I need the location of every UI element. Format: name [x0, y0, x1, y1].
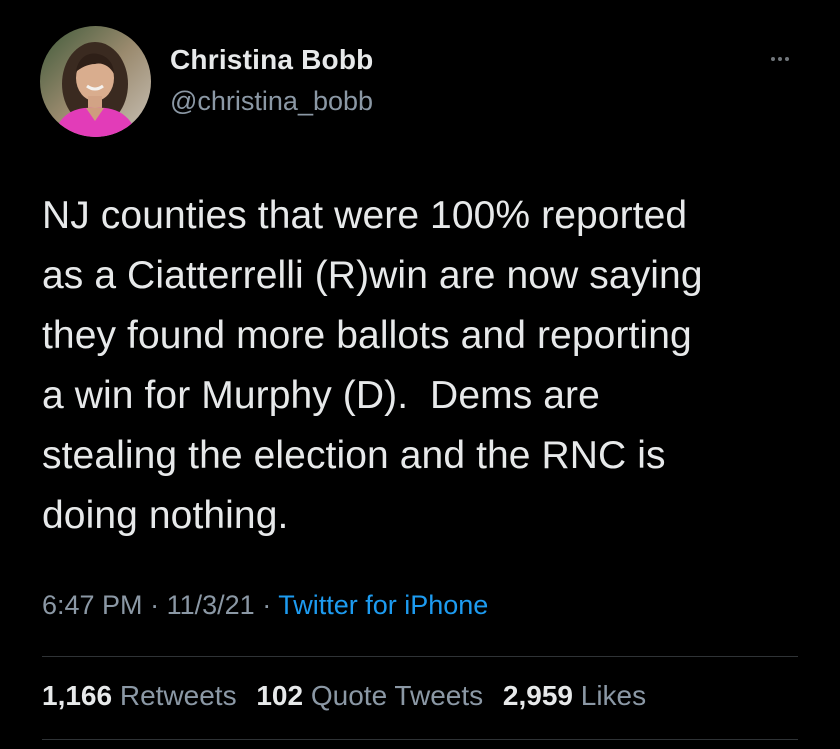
likes-label: Likes — [580, 680, 647, 711]
retweets-stat[interactable]: 1,166 Retweets — [42, 680, 237, 711]
tweet-time[interactable]: 6:47 PM — [42, 590, 143, 620]
tweet-stats: 1,166 Retweets 102 Quote Tweets 2,959 Li… — [42, 680, 658, 712]
tweet-date[interactable]: 11/3/21 — [167, 590, 255, 620]
likes-stat[interactable]: 2,959 Likes — [503, 680, 646, 711]
likes-count: 2,959 — [502, 680, 573, 711]
tweet-meta: 6:47 PM · 11/3/21 · Twitter for iPhone — [42, 590, 488, 621]
more-dot — [771, 57, 775, 61]
quote-tweets-stat[interactable]: 102 Quote Tweets — [256, 680, 483, 711]
author-name[interactable]: Christina Bobb — [170, 44, 373, 76]
divider — [42, 739, 798, 740]
divider — [42, 656, 798, 657]
author-handle[interactable]: @christina_bobb — [170, 86, 373, 117]
tweet-source-link[interactable]: Twitter for iPhone — [278, 590, 488, 620]
meta-separator: · — [150, 590, 160, 620]
quote-tweets-label: Quote Tweets — [310, 680, 484, 711]
avatar-image — [40, 26, 151, 137]
more-horizontal-icon[interactable] — [763, 48, 797, 70]
quote-tweets-count: 102 — [256, 680, 304, 711]
avatar[interactable] — [40, 26, 151, 137]
retweets-label: Retweets — [119, 680, 237, 711]
retweets-count: 1,166 — [42, 680, 113, 711]
tweet-text: NJ counties that were 100% reported as a… — [42, 194, 703, 537]
meta-separator: · — [262, 590, 272, 620]
more-dot — [778, 57, 782, 61]
more-dot — [785, 57, 789, 61]
tweet-card: Christina Bobb @christina_bobb NJ counti… — [0, 0, 840, 749]
